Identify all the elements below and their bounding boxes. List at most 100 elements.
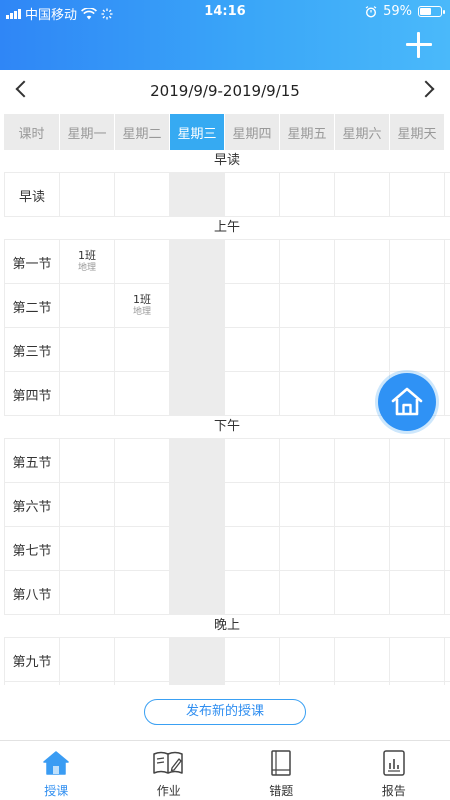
period-row: 第二节 1班 地理 xyxy=(4,284,450,328)
timetable-cell[interactable] xyxy=(280,328,335,372)
timetable-cell[interactable] xyxy=(280,372,335,416)
timetable-cell[interactable] xyxy=(170,571,225,615)
tab-day-2[interactable]: 星期二 xyxy=(115,114,170,150)
timetable-cell[interactable] xyxy=(335,571,390,615)
timetable-cell[interactable] xyxy=(60,439,115,483)
period-row: 第一节 1班 地理 xyxy=(4,240,450,284)
nav-item-mistakes[interactable]: 错题 xyxy=(225,741,338,800)
timetable-cell[interactable] xyxy=(225,240,280,284)
timetable-cell[interactable] xyxy=(115,638,170,682)
timetable-cell[interactable] xyxy=(170,328,225,372)
period-row: 早读 xyxy=(4,173,450,217)
timetable-cell[interactable] xyxy=(60,483,115,527)
timetable-cell[interactable] xyxy=(280,638,335,682)
period-label: 第八节 xyxy=(4,571,60,615)
timetable-cell[interactable] xyxy=(170,240,225,284)
timetable-cell[interactable] xyxy=(170,638,225,682)
timetable-cell[interactable] xyxy=(390,571,445,615)
alarm-icon xyxy=(365,5,377,18)
timetable-cell[interactable] xyxy=(225,682,280,685)
timetable-cell[interactable] xyxy=(335,284,390,328)
timetable-cell[interactable] xyxy=(390,638,445,682)
timetable-cell[interactable] xyxy=(335,638,390,682)
timetable-cell[interactable] xyxy=(225,439,280,483)
timetable-cell[interactable] xyxy=(170,173,225,217)
timetable-cell[interactable] xyxy=(60,173,115,217)
timetable-cell[interactable] xyxy=(60,638,115,682)
timetable-cell[interactable] xyxy=(170,682,225,685)
timetable-cell[interactable] xyxy=(170,483,225,527)
timetable-cell[interactable] xyxy=(115,173,170,217)
timetable-cell[interactable] xyxy=(280,284,335,328)
timetable-cell[interactable] xyxy=(60,527,115,571)
timetable-cell[interactable] xyxy=(280,527,335,571)
timetable-cell[interactable] xyxy=(115,571,170,615)
tab-day-6[interactable]: 星期六 xyxy=(335,114,390,150)
timetable-cell[interactable] xyxy=(225,372,280,416)
timetable-cell[interactable] xyxy=(115,372,170,416)
timetable-cell[interactable]: 1班 地理 xyxy=(115,284,170,328)
timetable-cell[interactable] xyxy=(335,173,390,217)
timetable-cell[interactable] xyxy=(225,483,280,527)
timetable-cell[interactable] xyxy=(390,240,445,284)
timetable-cell[interactable] xyxy=(335,439,390,483)
timetable-cell[interactable] xyxy=(60,682,115,685)
timetable-cell[interactable] xyxy=(335,240,390,284)
timetable-cell[interactable] xyxy=(390,527,445,571)
timetable-cell[interactable] xyxy=(280,682,335,685)
timetable-cell[interactable] xyxy=(115,483,170,527)
timetable-cell[interactable] xyxy=(390,439,445,483)
timetable-cell[interactable] xyxy=(60,328,115,372)
timetable-cell[interactable] xyxy=(115,682,170,685)
tab-day-1[interactable]: 星期一 xyxy=(60,114,115,150)
add-icon[interactable] xyxy=(402,28,436,62)
timetable-cell[interactable] xyxy=(225,527,280,571)
timetable-cell[interactable] xyxy=(170,372,225,416)
timetable-cell[interactable] xyxy=(390,284,445,328)
nav-item-reports[interactable]: 报告 xyxy=(338,741,450,800)
timetable-cell[interactable] xyxy=(225,571,280,615)
timetable-cell[interactable] xyxy=(60,372,115,416)
lesson-subject: 地理 xyxy=(132,307,151,317)
tab-day-7[interactable]: 星期天 xyxy=(390,114,445,150)
timetable-cell[interactable] xyxy=(170,439,225,483)
timetable-cell[interactable] xyxy=(225,284,280,328)
battery-fill xyxy=(420,8,432,15)
timetable-cell[interactable] xyxy=(280,240,335,284)
floating-home-button[interactable] xyxy=(375,370,439,434)
timetable-cell[interactable] xyxy=(335,682,390,685)
timetable-cell[interactable] xyxy=(335,328,390,372)
tab-day-3[interactable]: 星期三 xyxy=(170,114,225,150)
timetable-cell[interactable] xyxy=(170,527,225,571)
tab-day-5[interactable]: 星期五 xyxy=(280,114,335,150)
nav-item-homework[interactable]: 作业 xyxy=(113,741,226,800)
timetable-cell[interactable] xyxy=(115,439,170,483)
timetable-cell[interactable] xyxy=(335,527,390,571)
tab-day-4[interactable]: 星期四 xyxy=(225,114,280,150)
timetable-cell[interactable] xyxy=(280,439,335,483)
timetable-cell[interactable] xyxy=(390,483,445,527)
nav-item-lessons[interactable]: 授课 xyxy=(0,741,113,800)
timetable-cell[interactable] xyxy=(115,527,170,571)
timetable-cell[interactable] xyxy=(225,328,280,372)
lesson-entry[interactable]: 1班 地理 xyxy=(115,293,169,318)
lesson-class: 1班 xyxy=(78,249,96,262)
timetable-cell[interactable] xyxy=(390,173,445,217)
timetable-cell[interactable] xyxy=(115,328,170,372)
timetable-cell[interactable]: 1班 地理 xyxy=(60,240,115,284)
period-label: 早读 xyxy=(4,173,60,217)
timetable-cell[interactable] xyxy=(280,483,335,527)
timetable-cell[interactable] xyxy=(60,571,115,615)
timetable-cell[interactable] xyxy=(280,571,335,615)
timetable-cell[interactable] xyxy=(335,483,390,527)
timetable-cell[interactable] xyxy=(225,173,280,217)
timetable-cell[interactable] xyxy=(390,328,445,372)
timetable-cell[interactable] xyxy=(225,638,280,682)
lesson-entry[interactable]: 1班 地理 xyxy=(60,249,114,274)
timetable-cell[interactable] xyxy=(280,173,335,217)
timetable-cell[interactable] xyxy=(60,284,115,328)
timetable-cell[interactable] xyxy=(115,240,170,284)
timetable-cell[interactable] xyxy=(170,284,225,328)
timetable-cell[interactable] xyxy=(390,682,445,685)
publish-lesson-button[interactable]: 发布新的授课 xyxy=(144,699,306,725)
